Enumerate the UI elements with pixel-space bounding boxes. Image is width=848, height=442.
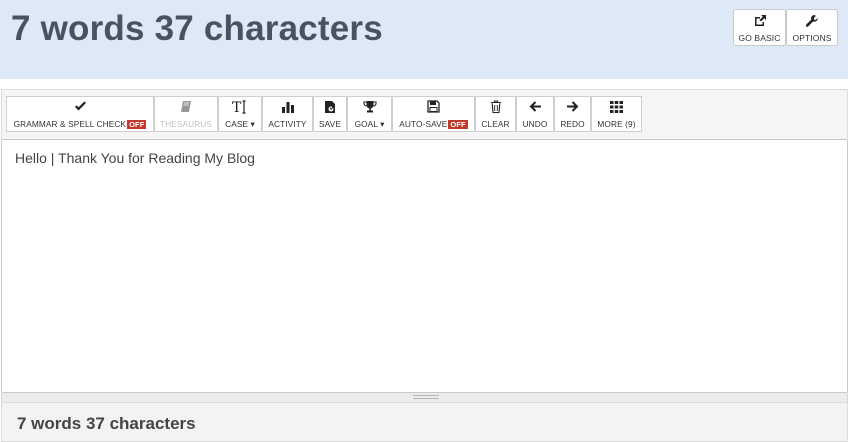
auto-save-label: AUTO-SAVE <box>399 119 448 129</box>
case-label: CASE <box>225 119 249 129</box>
redo-label: REDO <box>560 119 585 129</box>
goal-caret-icon: ▾ <box>377 119 385 129</box>
save-file-icon <box>314 100 346 117</box>
book-icon <box>155 100 217 117</box>
options-button[interactable]: OPTIONS <box>786 9 838 46</box>
auto-save-off-badge: OFF <box>448 120 468 129</box>
floppy-disk-icon <box>393 100 474 117</box>
grammar-spell-check-button[interactable]: GRAMMAR & SPELL CHECK OFF <box>6 96 154 132</box>
grid-icon <box>592 100 641 117</box>
text-height-icon: T <box>219 100 261 117</box>
save-button[interactable]: SAVE <box>313 96 347 132</box>
grammar-label: GRAMMAR & SPELL CHECK <box>13 119 127 129</box>
thesaurus-label: THESAURUS <box>159 119 213 129</box>
more-label: MORE (9) <box>597 119 636 129</box>
header-bar: 7 words 37 characters GO BASIC OPTIONS <box>0 0 848 79</box>
go-basic-label: GO BASIC <box>738 33 781 43</box>
resize-handle[interactable] <box>1 393 848 402</box>
goal-label: GOAL <box>354 119 378 129</box>
save-label: SAVE <box>319 119 341 129</box>
arrow-right-icon <box>555 100 590 117</box>
activity-button[interactable]: ACTIVITY <box>262 96 313 132</box>
footer-summary: 7 words 37 characters <box>17 414 196 433</box>
trophy-icon <box>348 100 391 117</box>
svg-text:T: T <box>232 100 242 114</box>
goal-button[interactable]: GOAL ▾ <box>347 96 392 132</box>
arrow-left-icon <box>517 100 553 117</box>
clear-label: CLEAR <box>481 119 510 129</box>
editor-text[interactable]: Hello | Thank You for Reading My Blog <box>15 150 255 166</box>
undo-label: UNDO <box>522 119 548 129</box>
external-link-icon <box>734 14 785 32</box>
auto-save-button[interactable]: AUTO-SAVE OFF <box>392 96 475 132</box>
grip-lines-icon <box>413 395 439 399</box>
activity-label: ACTIVITY <box>268 119 307 129</box>
bar-chart-icon <box>263 100 312 117</box>
more-button[interactable]: MORE (9) <box>591 96 642 132</box>
trash-icon <box>476 100 515 117</box>
thesaurus-button[interactable]: THESAURUS <box>154 96 218 132</box>
case-button[interactable]: T CASE ▾ <box>218 96 262 132</box>
options-label: OPTIONS <box>792 33 832 43</box>
case-caret-icon: ▾ <box>248 119 255 129</box>
toolbar: GRAMMAR & SPELL CHECK OFF THESAURUS T CAS… <box>1 89 848 139</box>
page-title: 7 words 37 characters <box>11 9 383 48</box>
redo-button[interactable]: REDO <box>554 96 591 132</box>
grammar-off-badge: OFF <box>127 120 147 129</box>
word-count-footer: 7 words 37 characters <box>1 402 848 442</box>
go-basic-button[interactable]: GO BASIC <box>733 9 786 46</box>
undo-button[interactable]: UNDO <box>516 96 554 132</box>
wrench-icon <box>787 14 837 32</box>
clear-button[interactable]: CLEAR <box>475 96 516 132</box>
checkmark-icon <box>7 100 153 117</box>
text-editor[interactable]: Hello | Thank You for Reading My Blog <box>1 139 848 393</box>
